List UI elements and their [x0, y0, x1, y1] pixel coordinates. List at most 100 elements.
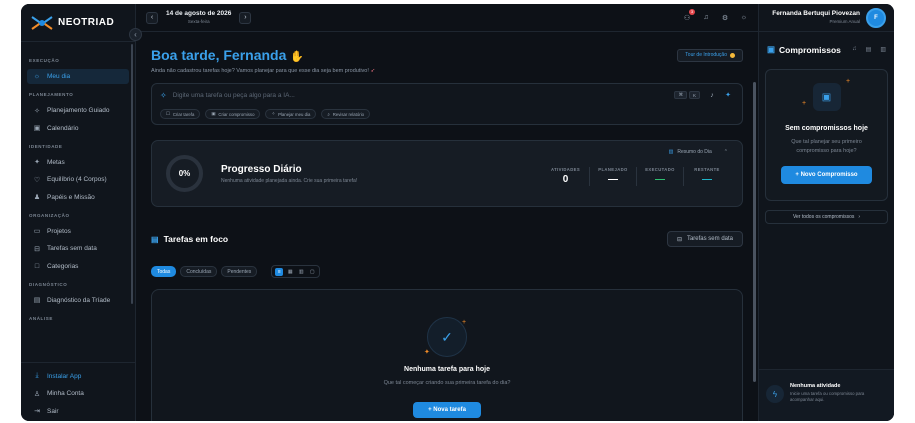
stat-executado: EXECUTADO — [636, 167, 683, 186]
sidebar-item-label: Minha Conta [47, 390, 84, 397]
stat-value: — [702, 174, 712, 185]
sparkle-icon: ✦ [424, 349, 430, 356]
document-icon[interactable]: ▤ [866, 46, 872, 53]
main-content: Boa tarde, Fernanda ✋ Tour de Introdução … [136, 32, 758, 421]
previous-day-button[interactable]: ‹ [146, 11, 158, 24]
sidebar-scrollbar[interactable] [131, 44, 133, 304]
sidebar-item-categorias[interactable]: □ Categorias [27, 259, 129, 274]
magic-wand-icon[interactable]: ✦ [724, 91, 732, 99]
sidebar-item-meu-dia[interactable]: ☼ Meu dia [27, 69, 129, 84]
sidebar-item-equilibrio[interactable]: ♡ Equilíbrio (4 Corpos) [27, 172, 129, 187]
brand-logo[interactable]: NEOTRIAD [21, 4, 135, 42]
new-commitment-button[interactable]: + Novo Compromisso [781, 166, 872, 184]
collapse-sidebar-button[interactable]: ‹ [129, 28, 142, 41]
stat-atividades: ATIVIDADES 0 [542, 167, 589, 186]
chip-label: Revisar relatório [332, 111, 365, 117]
day-summary-toggle[interactable]: ▥ Resumo do Dia ⌃ [669, 149, 728, 155]
commitments-title-text: Compromissos [779, 44, 841, 55]
folder-icon: ▭ [33, 228, 41, 235]
theme-sun-icon[interactable]: ☼ [740, 14, 748, 22]
sidebar-item-minha-conta[interactable]: ♙ Minha Conta [27, 386, 129, 401]
bell-icon[interactable]: ♫ [852, 46, 857, 53]
main-scrollbar[interactable] [753, 82, 756, 382]
nav-section-title: EXECUÇÃO [29, 58, 60, 63]
chip-label: Criar compromisso [218, 111, 255, 117]
trash-icon[interactable]: ▥ [880, 46, 886, 53]
empty-commitments-subtitle: Que tal planejar seu primeiro compromiss… [791, 139, 862, 154]
ai-suggestion-chips: ☐ Criar tarefa ▣ Criar compromisso ✧ Planej… [160, 109, 734, 119]
tour-button[interactable]: Tour de Introdução [677, 48, 743, 62]
top-actions: ⚇ 3 ♫ ⚙ ☼ [683, 8, 748, 22]
chip-planejar-dia[interactable]: ✧ Planejar meu dia [265, 109, 317, 119]
card-view-icon[interactable]: ▢ [308, 268, 316, 276]
checkbox-icon: ☐ [166, 111, 170, 116]
chip-label: Criar tarefa [172, 111, 195, 117]
filter-concluidas[interactable]: Concluídas [180, 266, 218, 277]
stat-value: — [655, 174, 665, 185]
app-window: NEOTRIAD ‹ EXECUÇÃO ☼ Meu dia PLANEJAMEN… [21, 4, 894, 421]
tour-icon [730, 52, 735, 58]
date-display[interactable]: 14 de agosto de 2026 Sexta-feira [166, 10, 232, 24]
lightning-icon: ϟ [766, 385, 784, 403]
sidebar-item-diagnostico[interactable]: ▤ Diagnóstico da Tríade [27, 293, 129, 308]
search-icon: ⌕ [327, 111, 330, 117]
microphone-icon[interactable]: ♪ [708, 91, 716, 99]
sidebar-item-metas[interactable]: ✦ Metas [27, 155, 129, 170]
empty-commitments-title: Sem compromissos hoje [785, 125, 868, 132]
sidebar-item-sair[interactable]: ⇥ Sair [27, 404, 129, 419]
user-icon: ♙ [33, 390, 41, 398]
table-view-icon[interactable]: ▥ [297, 268, 305, 276]
sidebar-item-label: Sair [47, 407, 59, 415]
stat-planejado: PLANEJADO — [589, 167, 636, 186]
sidebar-item-label: Diagnóstico da Tríade [47, 296, 111, 304]
users-icon: ♟ [33, 194, 41, 201]
chip-criar-compromisso[interactable]: ▣ Criar compromisso [205, 109, 261, 119]
grid-view-icon[interactable]: ▦ [286, 268, 294, 276]
sparkles-icon: ✧ [34, 107, 40, 115]
user-bar: Fernanda Bertuqui Piovezan Premium Anual… [759, 4, 894, 32]
nav-section-title: PLANEJAMENTO [29, 92, 74, 97]
calendar-icon: ▣ [812, 83, 841, 111]
notifications-app-icon[interactable]: ⚇ 3 [683, 8, 695, 22]
empty-tasks-card: + ✦ ✓ Nenhuma tarefa para hoje Que tal c… [151, 289, 743, 421]
chip-revisar-relatorio[interactable]: ⌕ Revisar relatório [321, 109, 371, 119]
sparkle-icon: + [802, 100, 807, 107]
chip-criar-tarefa[interactable]: ☐ Criar tarefa [160, 109, 201, 119]
current-date: 14 de agosto de 2026 [166, 10, 232, 17]
ai-input[interactable]: Digite uma tarefa ou peça algo para a IA… [173, 92, 295, 99]
shortcut-key: K [688, 91, 700, 99]
greeting-subtitle: Ainda não cadastrou tarefas hoje? Vamos … [151, 68, 743, 74]
wave-icon: ✋ [290, 51, 305, 63]
list-view-icon[interactable]: ≡ [275, 267, 284, 276]
next-day-button[interactable]: › [239, 11, 252, 24]
sidebar-item-projetos[interactable]: ▭ Projetos [27, 224, 129, 239]
sidebar-item-tarefas-sem-data[interactable]: ⊟ Tarefas sem data [27, 241, 129, 256]
filter-todas[interactable]: Todas [151, 266, 177, 277]
sidebar-item-instalar-app[interactable]: ⤓ Instalar App [27, 369, 129, 384]
commitments-panel: Fernanda Bertuqui Piovezan Premium Anual… [758, 4, 894, 421]
user-info[interactable]: Fernanda Bertuqui Piovezan Premium Anual [772, 10, 860, 25]
bell-icon[interactable]: ♫ [702, 14, 710, 22]
avatar[interactable]: F [866, 7, 886, 28]
stat-value: — [608, 174, 618, 185]
calendar-icon: ▣ [33, 125, 41, 132]
sidebar-item-papeis[interactable]: ♟ Papéis e Missão [27, 190, 129, 205]
progress-percent: 0% [178, 169, 191, 178]
sidebar-item-label: Calendário [47, 124, 79, 132]
sidebar-nav: EXECUÇÃO ☼ Meu dia PLANEJAMENTO ✧ Planej… [21, 42, 135, 321]
stat-label: EXECUTADO [645, 167, 675, 172]
ai-sparkle-icon: ✧ [160, 91, 167, 100]
progress-subtitle: Nenhuma atividade planejada ainda. Crie … [221, 177, 358, 184]
progress-stats: ATIVIDADES 0 PLANEJADO — EXECUTADO — RES… [542, 167, 730, 186]
tasks-without-date-button[interactable]: ⊟ Tarefas sem data [666, 231, 743, 247]
commitments-actions: ♫ ▤ ▥ [852, 46, 886, 53]
sidebar-item-planejamento-guiado[interactable]: ✧ Planejamento Guiado [27, 103, 129, 118]
see-all-commitments-button[interactable]: Ver todos os compromissos › [765, 210, 888, 224]
sidebar-item-calendario[interactable]: ▣ Calendário [27, 121, 129, 136]
settings-icon[interactable]: ⚙ [721, 14, 729, 22]
new-task-button[interactable]: + Nova tarefa [413, 402, 481, 418]
filter-pendentes[interactable]: Pendentes [221, 266, 258, 277]
greeting-prefix: Boa tarde, [151, 47, 224, 63]
sidebar-item-label: Tarefas sem data [47, 245, 97, 252]
activity-title: Nenhuma atividade [790, 383, 841, 389]
